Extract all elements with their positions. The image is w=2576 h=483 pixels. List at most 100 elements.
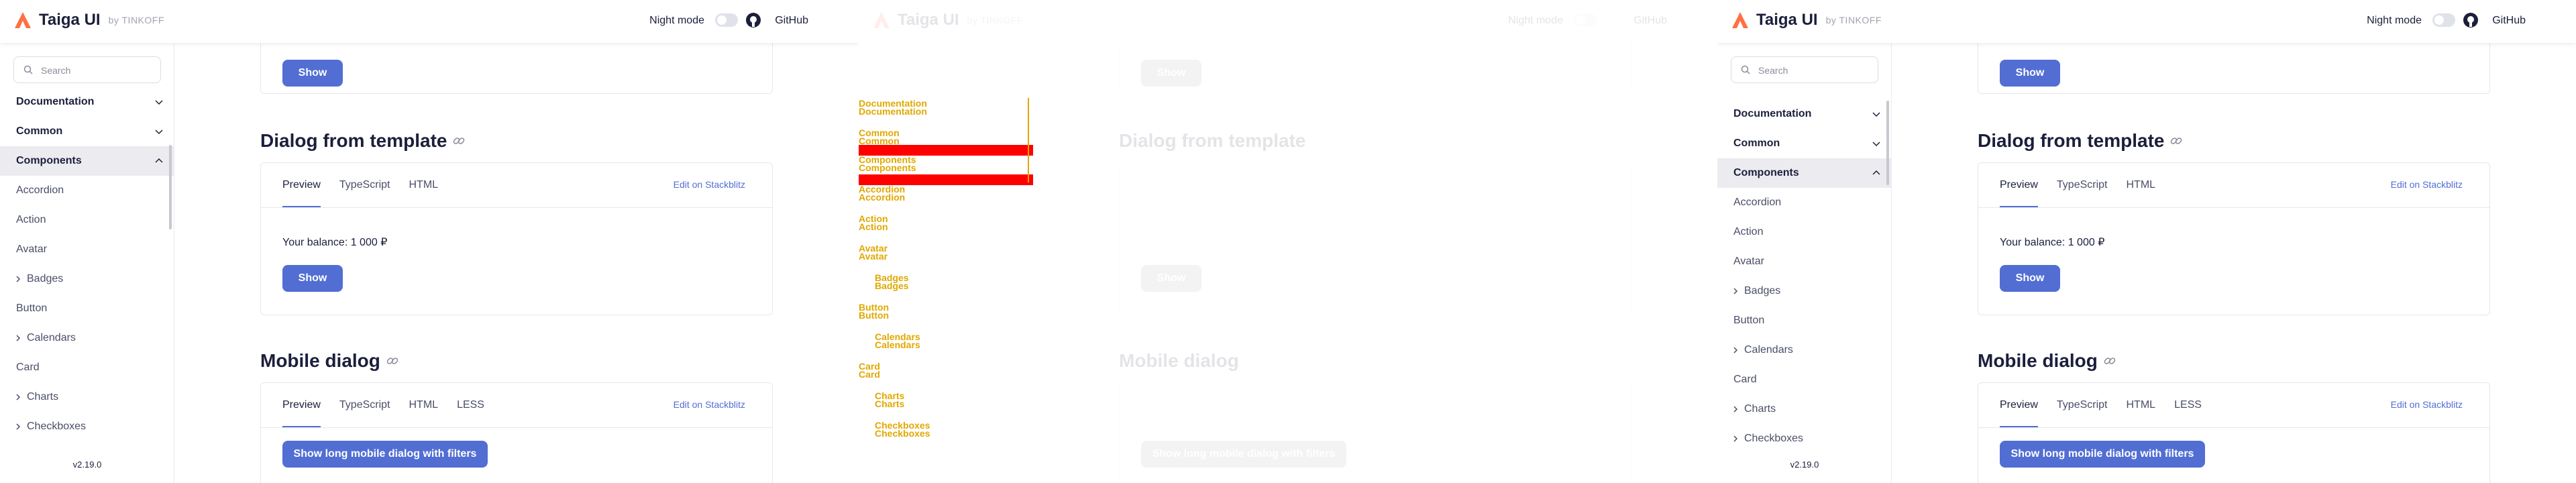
stackblitz-link[interactable]: Edit on Stackblitz (2391, 179, 2463, 190)
app-header: Taiga UI by TINKOFF Night mode GitHub (0, 0, 859, 43)
sidebar-section-components[interactable]: Components (0, 146, 174, 176)
item-label: Button (1733, 315, 1765, 326)
tab-less[interactable]: LESS (457, 383, 484, 427)
search-input[interactable]: Search (1731, 56, 1878, 83)
item-label: Badges (1744, 285, 1781, 297)
chevron-right-icon (16, 394, 21, 400)
show-mobile-dialog-button[interactable]: Show long mobile dialog with filters (1141, 441, 1346, 468)
stackblitz-link[interactable]: Edit on Stackblitz (2391, 399, 2463, 410)
sidebar-item-checkboxes[interactable]: Checkboxes (1717, 424, 1892, 453)
tab-html[interactable]: HTML (409, 163, 439, 207)
github-link[interactable]: GitHub (1633, 15, 1667, 27)
show-button[interactable]: Show (282, 265, 343, 292)
page-title: Mobile dialog (1978, 350, 2098, 371)
show-mobile-dialog-button[interactable]: Show long mobile dialog with filters (2000, 441, 2205, 468)
link-icon[interactable] (386, 354, 399, 368)
tab-bar: Preview TypeScript HTML (2000, 163, 2155, 207)
sidebar-item-accordion[interactable]: Accordion (1717, 188, 1892, 217)
tab-typescript[interactable]: TypeScript (339, 383, 390, 427)
night-mode-label: Night mode (1508, 15, 1563, 26)
overlay-marker-line (1028, 98, 1029, 182)
sidebar-section-documentation[interactable]: Documentation (1717, 99, 1892, 129)
show-button[interactable]: Show (1141, 265, 1201, 292)
logo[interactable]: Taiga UI by TINKOFF (13, 11, 164, 30)
sidebar-item-avatar[interactable]: Avatar (0, 235, 174, 264)
logo[interactable]: Taiga UI by TINKOFF (872, 11, 1023, 30)
link-icon[interactable] (2169, 134, 2183, 148)
sidebar-section-common[interactable]: Common (1717, 129, 1892, 158)
overlay-item-badges: Badges Badges (875, 272, 909, 291)
github-icon[interactable] (745, 12, 761, 28)
night-mode-toggle[interactable] (1574, 13, 1597, 27)
sidebar-item-badges[interactable]: Badges (1717, 276, 1892, 306)
item-label: Checkboxes (1744, 433, 1804, 444)
sidebar-item-action[interactable]: Action (1717, 217, 1892, 247)
item-label: Card (1733, 374, 1757, 385)
tab-typescript[interactable]: TypeScript (2057, 383, 2108, 427)
tab-preview[interactable]: Preview (282, 163, 321, 207)
taiga-logo-icon (1732, 12, 1748, 28)
github-icon[interactable] (2463, 12, 2479, 28)
sidebar-item-charts[interactable]: Charts (0, 382, 174, 412)
github-link[interactable]: GitHub (2492, 15, 2526, 27)
chevron-down-icon (155, 100, 163, 105)
divider (261, 427, 772, 428)
app-header: Taiga UI by TINKOFF Night mode GitHub (859, 0, 1717, 43)
sidebar-item-button[interactable]: Button (1717, 306, 1892, 335)
tab-typescript[interactable]: TypeScript (2057, 163, 2108, 207)
sidebar-scrollbar[interactable] (1886, 101, 1889, 185)
tab-less[interactable]: LESS (2174, 383, 2202, 427)
night-mode-toggle[interactable] (715, 13, 738, 27)
tab-html[interactable]: HTML (2127, 383, 2156, 427)
app-header: Taiga UI by TINKOFF Night mode GitHub (1717, 0, 2576, 43)
panel-light-left: Taiga UI by TINKOFF Night mode GitHub Se… (0, 0, 859, 483)
sidebar-section-components[interactable]: Components (1717, 158, 1892, 188)
github-link[interactable]: GitHub (775, 15, 808, 27)
night-mode-label: Night mode (649, 15, 704, 26)
tab-typescript[interactable]: TypeScript (339, 163, 390, 207)
show-mobile-dialog-button[interactable]: Show long mobile dialog with filters (282, 441, 488, 468)
sidebar-item-avatar[interactable]: Avatar (1717, 247, 1892, 276)
sidebar-menu: Documentation Common Components Accordio… (1717, 99, 1892, 453)
sidebar-scrollbar[interactable] (169, 145, 172, 229)
stackblitz-link[interactable]: Edit on Stackblitz (674, 179, 745, 190)
overlay-item-common: Common Common (859, 127, 900, 146)
overlay-label-duplicate: Documentation (859, 106, 927, 117)
chevron-right-icon (1733, 347, 1738, 354)
show-button[interactable]: Show (2000, 60, 2060, 87)
main-content: Show Dialog from template Preview TypeSc… (174, 30, 859, 483)
link-icon[interactable] (452, 134, 466, 148)
stackblitz-link[interactable]: Edit on Stackblitz (674, 399, 745, 410)
sidebar-item-charts[interactable]: Charts (1717, 394, 1892, 424)
chevron-right-icon (1733, 435, 1738, 442)
overlay-item-action: Action Action (859, 213, 888, 232)
show-button[interactable]: Show (1141, 60, 1201, 87)
sidebar-item-card[interactable]: Card (0, 353, 174, 382)
show-button[interactable]: Show (2000, 265, 2060, 292)
section-title-dialog-template: Dialog from template (1978, 130, 2183, 152)
sidebar-item-calendars[interactable]: Calendars (1717, 335, 1892, 365)
sidebar-item-badges[interactable]: Badges (0, 264, 174, 294)
logo[interactable]: Taiga UI by TINKOFF (1731, 11, 1882, 30)
night-mode-toggle[interactable] (2432, 13, 2455, 27)
sidebar-item-checkboxes[interactable]: Checkboxes (0, 412, 174, 441)
sidebar-item-accordion[interactable]: Accordion (0, 176, 174, 205)
brand-by: by TINKOFF (1825, 15, 1882, 25)
tab-preview[interactable]: Preview (2000, 383, 2038, 427)
sidebar-section-common[interactable]: Common (0, 117, 174, 146)
tab-html[interactable]: HTML (2127, 163, 2156, 207)
search-input[interactable]: Search (13, 56, 161, 83)
sidebar-item-action[interactable]: Action (0, 205, 174, 235)
link-icon[interactable] (2103, 354, 2116, 368)
sidebar-section-documentation[interactable]: Documentation (0, 87, 174, 117)
overlay-item-avatar: Avatar Avatar (859, 243, 888, 262)
tab-html[interactable]: HTML (409, 383, 439, 427)
sidebar-menu: Documentation Common Components Accordio… (0, 87, 174, 441)
show-button[interactable]: Show (282, 60, 343, 87)
chevron-right-icon (1733, 406, 1738, 413)
sidebar-item-calendars[interactable]: Calendars (0, 323, 174, 353)
sidebar-item-card[interactable]: Card (1717, 365, 1892, 394)
tab-preview[interactable]: Preview (282, 383, 321, 427)
tab-preview[interactable]: Preview (2000, 163, 2038, 207)
sidebar-item-button[interactable]: Button (0, 294, 174, 323)
